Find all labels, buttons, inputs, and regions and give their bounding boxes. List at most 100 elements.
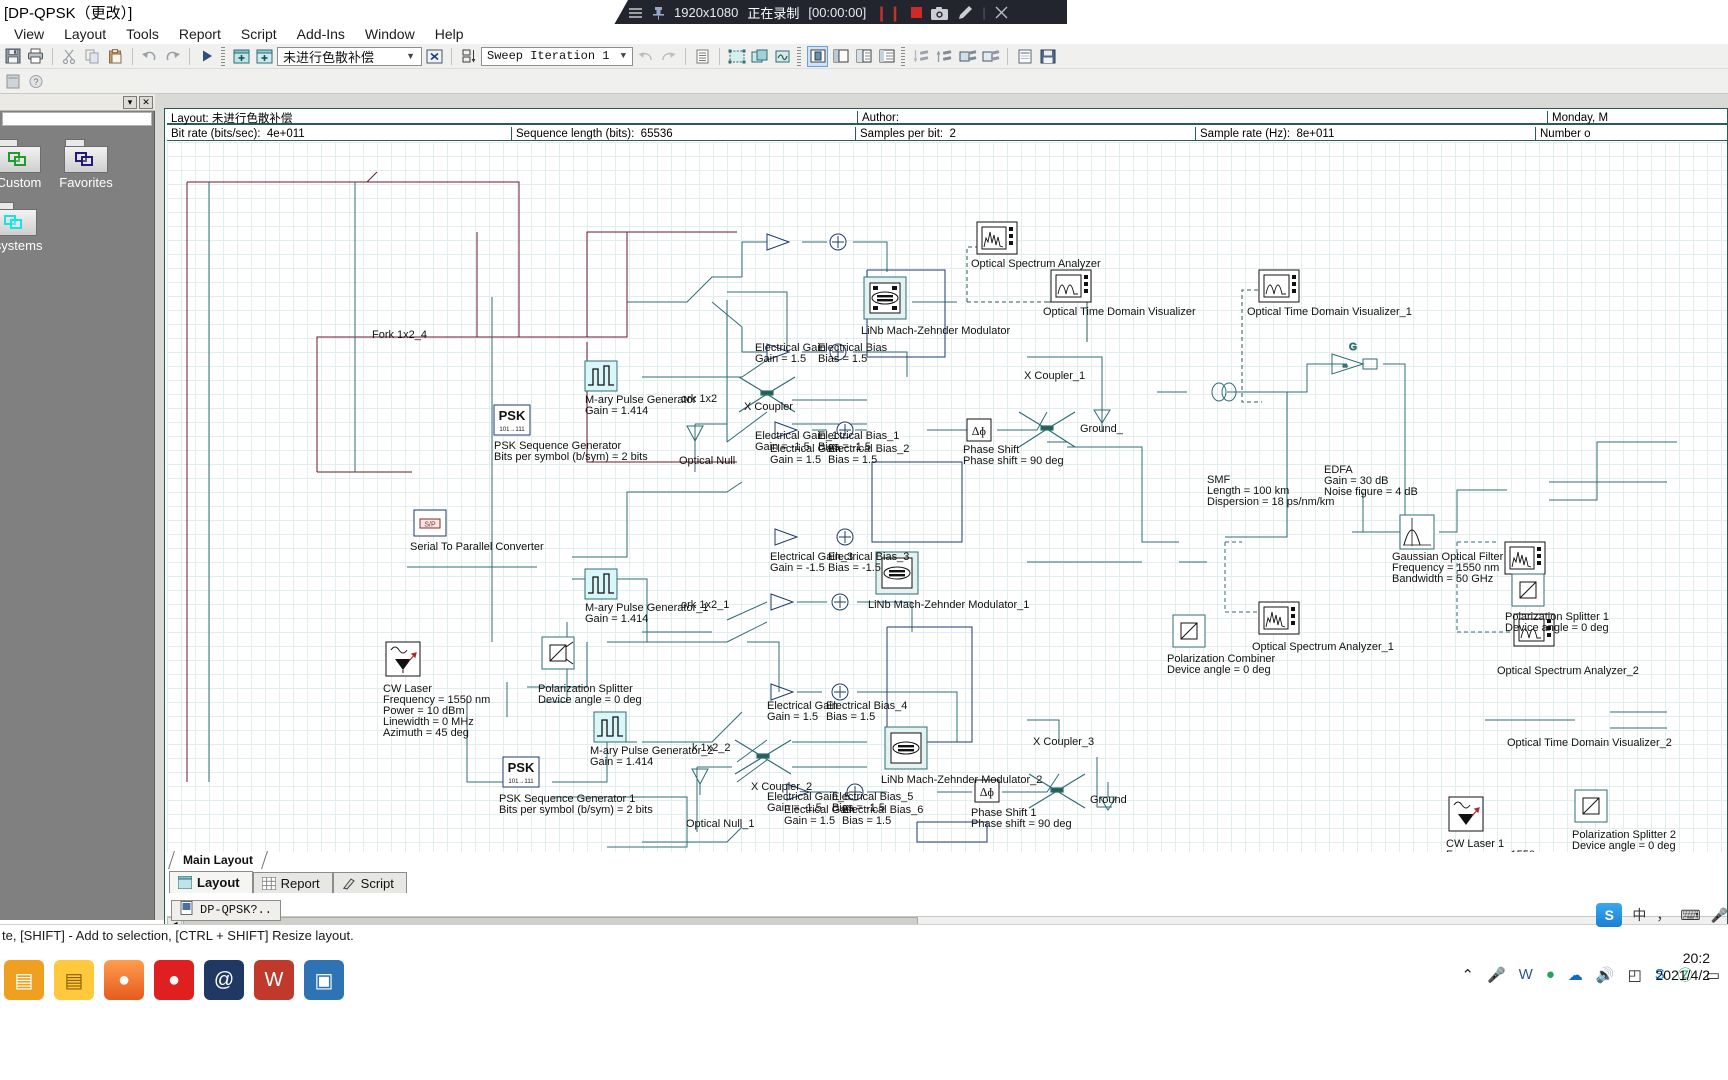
menu-script[interactable]: Script	[231, 25, 287, 43]
next-iteration-icon[interactable]	[658, 46, 679, 67]
new-project-icon[interactable]	[2, 71, 23, 92]
windows-taskbar[interactable]: ▤ ▤ ● ● @ W ▣ ⌃ 🎤 W ● ☁ 🔊 ◰ S Ⓩ ▭ 20:2 2…	[0, 946, 1728, 1080]
pin-icon[interactable]	[652, 6, 665, 20]
secondary-toolbar[interactable]: ?	[0, 69, 1728, 94]
main-toolbar[interactable]: 未进行色散补偿 ▼ Sweep Iteration 1 ▼	[0, 44, 1728, 69]
palette-item-favorites[interactable]: Favorites	[49, 139, 123, 190]
pause-icon[interactable]: ❙❙	[875, 4, 902, 22]
import-icon[interactable]	[980, 46, 1001, 67]
onedrive-icon[interactable]: ☁	[1568, 966, 1583, 984]
delete-layout-icon[interactable]	[424, 46, 445, 67]
collapse-icon[interactable]: ▾	[123, 95, 137, 109]
redo-icon[interactable]	[162, 46, 183, 67]
export-icon[interactable]	[957, 46, 978, 67]
record-app-icon[interactable]: ●	[154, 960, 194, 1000]
chevron-up-icon[interactable]: ⌃	[1461, 966, 1474, 984]
taskbar-clock[interactable]: 20:2 2021/4/2	[1656, 950, 1711, 984]
group-icon[interactable]	[749, 46, 770, 67]
polarization-combiner-param: Device angle = 0 deg	[1167, 664, 1271, 676]
tab-main-layout[interactable]: Main Layout	[171, 851, 265, 869]
fork-1x2-1-label: ork 1x2_1	[681, 599, 730, 611]
layout-header-row-1: Layout: 未进行色散补偿 Author: Monday, M	[167, 111, 1727, 125]
select-all-icon[interactable]	[726, 46, 747, 67]
wps-writer-icon[interactable]: W	[254, 960, 294, 1000]
add-layout-icon[interactable]	[231, 46, 252, 67]
sweep-icon[interactable]	[458, 46, 479, 67]
sweep-iteration-dropdown[interactable]: Sweep Iteration 1 ▼	[481, 46, 633, 66]
list-icon[interactable]	[692, 46, 713, 67]
menu-report[interactable]: Report	[169, 25, 231, 43]
toolbar-grip[interactable]	[221, 46, 225, 66]
close-icon-palette[interactable]: ✕	[139, 95, 153, 109]
search-input[interactable]	[2, 112, 152, 126]
at-app-icon[interactable]: @	[204, 960, 244, 1000]
view-single-icon[interactable]	[807, 45, 828, 67]
help-icon[interactable]: ?	[25, 71, 46, 92]
project-tab[interactable]: DP-QPSK?..	[171, 899, 282, 921]
tab-report[interactable]: Report	[252, 872, 333, 893]
start-explorer-icon[interactable]: ▤	[4, 960, 44, 1000]
project-tab-label: DP-QPSK?..	[200, 903, 273, 917]
ime-language-label[interactable]: 中	[1632, 905, 1646, 925]
toolbar-grip-2[interactable]	[797, 46, 801, 66]
view-right-split-icon[interactable]	[853, 46, 874, 67]
firefox-icon[interactable]: ●	[104, 960, 144, 1000]
layout-tab-strip[interactable]: Main Layout	[163, 851, 1728, 869]
sogou-icon[interactable]: S	[1596, 903, 1623, 927]
component-library-panel[interactable]: ▾ ✕ Custom Favorites bsystems	[0, 94, 155, 920]
camera-icon[interactable]	[931, 6, 949, 20]
menu-add-ins[interactable]: Add-Ins	[287, 25, 355, 43]
undo-icon[interactable]	[139, 46, 160, 67]
chevron-down-icon[interactable]: ▼	[402, 51, 419, 61]
schematic-canvas[interactable]: PSK 101→111 PSK 101→111 S/P ∆ɸ ∆ɸ ∞ G Fo…	[167, 142, 1727, 852]
view-full-icon[interactable]	[876, 46, 897, 67]
copy-icon[interactable]	[82, 46, 103, 67]
component-icon[interactable]	[772, 46, 793, 67]
sort-down-icon[interactable]	[911, 46, 932, 67]
taskbar-icons[interactable]: ▤ ▤ ● ● @ W ▣	[4, 960, 344, 1000]
menu-layout[interactable]: Layout	[54, 25, 116, 43]
tab-main-layout-label: Main Layout	[183, 853, 254, 867]
sort-up-icon[interactable]	[934, 46, 955, 67]
save-icon[interactable]	[2, 46, 23, 67]
menu-view[interactable]: View	[4, 25, 54, 43]
stop-icon[interactable]	[911, 7, 923, 18]
chrome-icon[interactable]: ●	[1546, 966, 1555, 983]
close-icon[interactable]	[995, 6, 1008, 19]
view-left-split-icon[interactable]	[830, 46, 851, 67]
word-icon[interactable]: W	[1519, 966, 1533, 983]
bottom-tab-bar[interactable]: Layout Report Script	[163, 871, 1728, 893]
microphone-tray-icon[interactable]: 🎤	[1487, 966, 1506, 984]
otdv-symbols	[1050, 269, 1555, 647]
scissors-icon[interactable]	[59, 46, 80, 67]
hamburger-icon[interactable]	[628, 7, 643, 19]
toolbar-grip-3[interactable]	[901, 46, 905, 66]
ime-toolbar[interactable]: S 中 ， ⌨ 🎤	[1398, 900, 1728, 930]
microphone-icon[interactable]: 🎤	[1711, 907, 1728, 924]
print-icon[interactable]	[25, 46, 46, 67]
paste-icon[interactable]	[105, 46, 126, 67]
volume-icon[interactable]: 🔊	[1596, 966, 1615, 984]
pen-icon[interactable]	[957, 5, 973, 20]
menubar[interactable]: View Layout Tools Report Script Add-Ins …	[0, 24, 1728, 44]
network-icon[interactable]: ◰	[1628, 966, 1642, 984]
palette-item-custom[interactable]: Custom	[0, 139, 56, 190]
menu-tools[interactable]: Tools	[116, 25, 169, 43]
floppy-icon[interactable]	[1037, 46, 1058, 67]
previous-iteration-icon[interactable]	[635, 46, 656, 67]
optisystem-icon[interactable]: ▣	[304, 960, 344, 1000]
tab-script[interactable]: Script	[332, 872, 407, 893]
menu-help[interactable]: Help	[425, 25, 474, 43]
file-explorer-icon[interactable]: ▤	[54, 960, 94, 1000]
menu-window[interactable]: Window	[355, 25, 425, 43]
play-icon[interactable]	[196, 46, 217, 67]
screen-recorder-toolbar[interactable]: 1920x1080 正在录制 [00:00:00] ❙❙ |	[614, 0, 1067, 25]
dispersion-compensation-dropdown[interactable]: 未进行色散补偿 ▼	[277, 46, 422, 66]
tab-layout[interactable]: Layout	[169, 871, 253, 893]
duplicate-layout-icon[interactable]	[254, 46, 275, 67]
keyboard-icon[interactable]: ⌨	[1680, 907, 1700, 924]
chevron-down-icon-2[interactable]: ▼	[617, 51, 630, 61]
punctuation-icon[interactable]: ，	[1656, 905, 1670, 925]
new-document-icon[interactable]	[1014, 46, 1035, 67]
palette-item-subsystems[interactable]: bsystems	[0, 202, 52, 253]
